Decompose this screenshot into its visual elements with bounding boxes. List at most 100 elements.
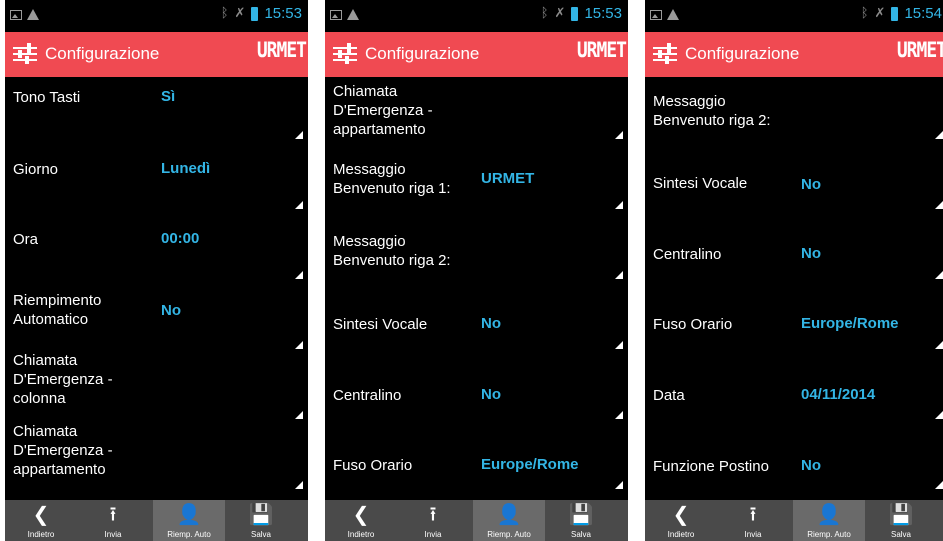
- save-button-label: Salva: [250, 530, 271, 539]
- setting-value: No: [481, 315, 501, 332]
- setting-row-data[interactable]: Data 04/11/2014: [645, 357, 943, 427]
- setting-value: 00:00: [161, 230, 200, 247]
- screen-1: ᛒ ✗ 15:53 Configurazione URMET Tono Tast…: [5, 0, 308, 541]
- user-add-icon: 👤: [176, 502, 202, 526]
- setting-value: Europe/Rome: [801, 315, 899, 332]
- dropdown-corner-icon: [295, 271, 303, 279]
- setting-row-tono-tasti[interactable]: Tono Tasti Sì: [5, 77, 308, 147]
- setting-row-emergenza-appartamento[interactable]: Chiamata D'Emergenza - appartamento: [325, 77, 628, 147]
- setting-row-ora[interactable]: Ora 00:00: [5, 217, 308, 287]
- warning-notification-icon: [667, 9, 679, 20]
- dropdown-corner-icon: [615, 271, 623, 279]
- back-button[interactable]: ❮ Indietro: [5, 500, 77, 541]
- setting-row-giorno[interactable]: Giorno Lunedì: [5, 147, 308, 217]
- setting-label: Centralino: [333, 387, 402, 404]
- setting-row-centralino[interactable]: Centralino No: [645, 217, 943, 287]
- setting-value: Europe/Rome: [481, 456, 579, 473]
- setting-row-fuso-orario[interactable]: Fuso Orario Europe/Rome: [645, 287, 943, 357]
- settings-sliders-icon[interactable]: [13, 43, 37, 65]
- status-time: 15:54: [904, 5, 942, 22]
- setting-row-messaggio-2[interactable]: Messaggio Benvenuto riga 2:: [645, 77, 943, 147]
- upload-icon: ⭱: [749, 502, 757, 526]
- urmet-logo: URMET: [576, 38, 627, 64]
- setting-label: Chiamata D'Emergenza - colonna: [13, 352, 113, 407]
- setting-label: Messaggio Benvenuto riga 1:: [333, 161, 451, 197]
- setting-label: Giorno: [13, 161, 59, 178]
- send-button[interactable]: ⭱ Invia: [717, 500, 789, 541]
- dropdown-corner-icon: [935, 481, 943, 489]
- send-button[interactable]: ⭱ Invia: [77, 500, 149, 541]
- auto-fill-button[interactable]: 👤 Riemp. Auto: [793, 500, 865, 541]
- auto-fill-button[interactable]: 👤 Riemp. Auto: [473, 500, 545, 541]
- floppy-save-icon: 💾: [248, 502, 274, 526]
- dropdown-corner-icon: [615, 411, 623, 419]
- settings-list: Chiamata D'Emergenza - appartamento Mess…: [325, 77, 628, 500]
- dropdown-corner-icon: [295, 481, 303, 489]
- send-button-label: Invia: [424, 530, 442, 539]
- battery-icon: [891, 6, 899, 21]
- settings-list: Tono Tasti Sì Giorno Lunedì Ora 00:00 Ri…: [5, 77, 308, 500]
- save-button[interactable]: 💾 Salva: [225, 500, 297, 541]
- save-button-label: Salva: [890, 530, 911, 539]
- auto-fill-button-label: Riemp. Auto: [487, 530, 531, 539]
- screen-3: ᛒ ✗ 15:54 Configurazione URMET Messaggio…: [645, 0, 943, 541]
- settings-sliders-icon[interactable]: [653, 43, 677, 65]
- setting-row-emergenza-appartamento[interactable]: Chiamata D'Emergenza - appartamento: [5, 423, 308, 497]
- status-time: 15:53: [264, 5, 302, 22]
- auto-fill-button-label: Riemp. Auto: [167, 530, 211, 539]
- action-bar: Configurazione URMET: [5, 32, 308, 77]
- setting-row-messaggio-2[interactable]: Messaggio Benvenuto riga 2:: [325, 217, 628, 287]
- status-bar: ᛒ ✗ 15:54: [645, 0, 943, 32]
- send-button-label: Invia: [104, 530, 122, 539]
- battery-icon: [571, 6, 579, 21]
- dropdown-corner-icon: [935, 131, 943, 139]
- setting-row-sintesi-vocale[interactable]: Sintesi Vocale No: [645, 147, 943, 217]
- setting-value: No: [801, 457, 821, 474]
- setting-row-funzione-postino[interactable]: Funzione Postino No: [645, 427, 943, 497]
- back-button[interactable]: ❮ Indietro: [325, 500, 397, 541]
- save-button[interactable]: 💾 Salva: [545, 500, 617, 541]
- action-bar: Configurazione URMET: [325, 32, 628, 77]
- setting-label: Messaggio Benvenuto riga 2:: [653, 93, 771, 129]
- setting-row-sintesi-vocale[interactable]: Sintesi Vocale No: [325, 287, 628, 357]
- battery-icon: [251, 6, 259, 21]
- dropdown-corner-icon: [295, 131, 303, 139]
- screen-2: ᛒ ✗ 15:53 Configurazione URMET Chiamata …: [325, 0, 628, 541]
- send-button[interactable]: ⭱ Invia: [397, 500, 469, 541]
- gallery-notification-icon: [650, 9, 662, 20]
- bluetooth-icon: ᛒ: [220, 6, 229, 21]
- setting-row-riempimento[interactable]: Riempimento Automatico No: [5, 287, 308, 357]
- user-add-icon: 👤: [816, 502, 842, 526]
- setting-label: Centralino: [653, 246, 722, 263]
- setting-label: Data: [653, 387, 685, 404]
- bottom-toolbar: ❮ Indietro ⭱ Invia 👤 Riemp. Auto 💾 Salva: [645, 500, 943, 541]
- settings-sliders-icon[interactable]: [333, 43, 357, 65]
- page-title: Configurazione: [45, 44, 160, 63]
- dropdown-corner-icon: [935, 411, 943, 419]
- bluetooth-icon: ᛒ: [860, 6, 869, 21]
- user-add-icon: 👤: [496, 502, 522, 526]
- auto-fill-button[interactable]: 👤 Riemp. Auto: [153, 500, 225, 541]
- setting-label: Tono Tasti: [13, 89, 81, 106]
- setting-label: Fuso Orario: [333, 457, 413, 474]
- dropdown-corner-icon: [615, 131, 623, 139]
- setting-row-centralino[interactable]: Centralino No: [325, 357, 628, 427]
- page-title: Configurazione: [685, 44, 800, 63]
- setting-label: Sintesi Vocale: [333, 316, 428, 333]
- save-button[interactable]: 💾 Salva: [865, 500, 937, 541]
- gallery-notification-icon: [330, 9, 342, 20]
- setting-value: No: [481, 386, 501, 403]
- no-signal-icon: ✗: [234, 6, 246, 21]
- back-button[interactable]: ❮ Indietro: [645, 500, 717, 541]
- setting-label: Sintesi Vocale: [653, 175, 748, 192]
- setting-row-messaggio-1[interactable]: Messaggio Benvenuto riga 1: URMET: [325, 147, 628, 217]
- save-button-label: Salva: [570, 530, 591, 539]
- no-signal-icon: ✗: [554, 6, 566, 21]
- status-bar: ᛒ ✗ 15:53: [5, 0, 308, 32]
- setting-label: Funzione Postino: [653, 458, 769, 475]
- back-arrow-icon: ❮: [32, 502, 50, 526]
- setting-row-fuso-orario[interactable]: Fuso Orario Europe/Rome: [325, 427, 628, 497]
- setting-row-emergenza-colonna[interactable]: Chiamata D'Emergenza - colonna: [5, 352, 308, 427]
- setting-label: Fuso Orario: [653, 316, 733, 333]
- floppy-save-icon: 💾: [888, 502, 914, 526]
